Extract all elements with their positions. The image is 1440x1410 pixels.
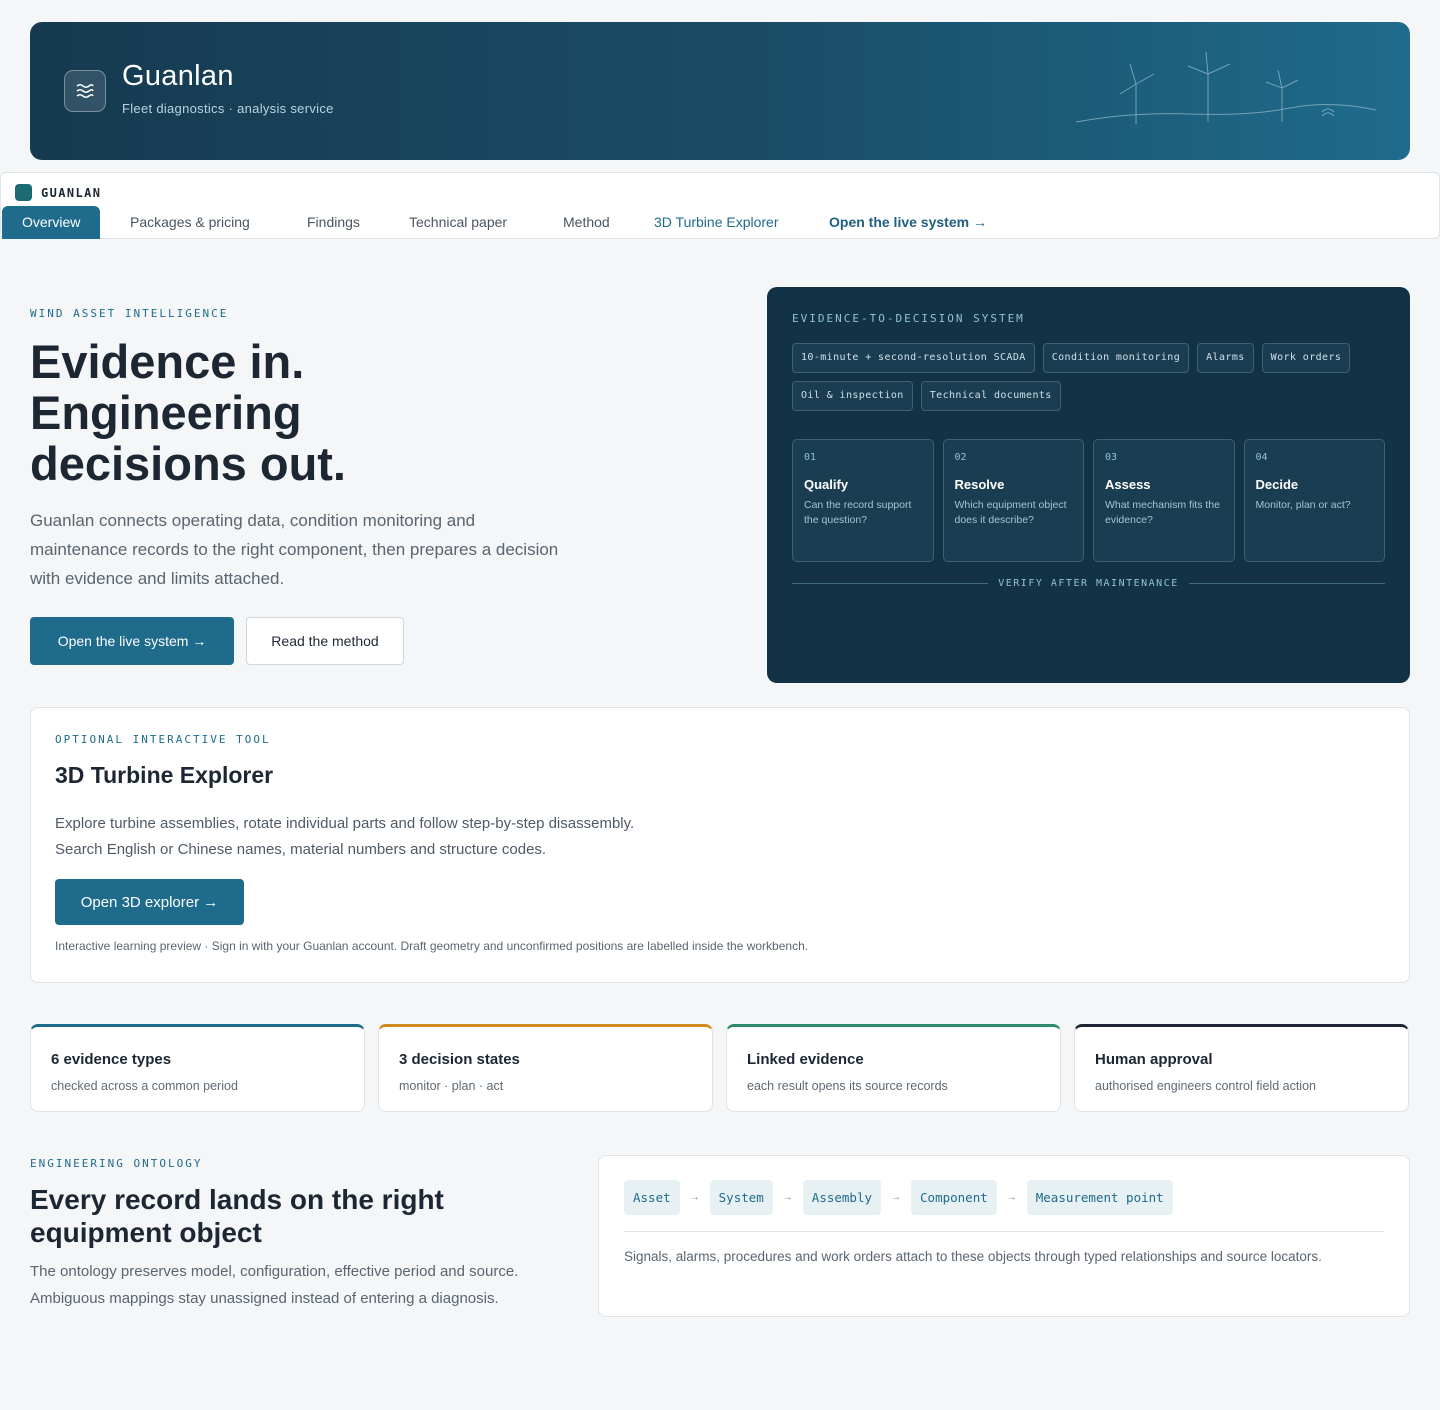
ontology-node-measurement-point: Measurement point — [1026, 1180, 1173, 1215]
panel-eyebrow: EVIDENCE-TO-DECISION SYSTEM — [792, 312, 1025, 325]
evidence-decision-panel: EVIDENCE-TO-DECISION SYSTEM 10-minute + … — [767, 287, 1410, 683]
stat-card-evidence-types: 6 evidence types checked across a common… — [30, 1024, 365, 1112]
step-description: Which equipment object does it describe? — [954, 499, 1067, 526]
read-method-button[interactable]: Read the method — [246, 617, 404, 665]
step-number: 02 — [954, 452, 967, 463]
ontology-note: Signals, alarms, procedures and work ord… — [624, 1249, 1322, 1264]
arrow-right-icon: → — [891, 1192, 902, 1203]
arrow-right-icon: → — [689, 1192, 700, 1203]
step-description: Can the record support the question? — [804, 499, 912, 526]
ontology-path: Asset → System → Assembly → Component → … — [624, 1180, 1173, 1215]
stat-title: Linked evidence — [747, 1051, 864, 1068]
verify-divider: VERIFY AFTER MAINTENANCE — [792, 578, 1385, 589]
explorer-eyebrow: OPTIONAL INTERACTIVE TOOL — [55, 733, 271, 746]
evidence-chip: Technical documents — [920, 381, 1061, 411]
step-title: Qualify — [804, 477, 849, 492]
hero-description: Guanlan connects operating data, conditi… — [30, 511, 559, 588]
stat-subtitle: checked across a common period — [51, 1079, 238, 1093]
ontology-eyebrow: ENGINEERING ONTOLOGY — [30, 1157, 203, 1170]
step-decide: 04 Decide Monitor, plan or act? — [1243, 439, 1385, 562]
top-nav: GUANLAN Overview Packages & pricing Find… — [0, 172, 1440, 239]
tab-method[interactable]: Method — [563, 206, 610, 239]
step-qualify: 01 Qualify Can the record support the qu… — [792, 439, 934, 562]
explorer-description-line: Search English or Chinese names, materia… — [55, 841, 547, 858]
stat-card-human-approval: Human approval authorised engineers cont… — [1074, 1024, 1409, 1112]
app-subtitle: Fleet diagnostics · analysis service — [122, 101, 334, 116]
waves-icon — [64, 70, 106, 112]
wind-turbines-illustration — [1075, 51, 1377, 124]
stat-title: 3 decision states — [399, 1051, 520, 1068]
ontology-node-asset: Asset — [624, 1180, 680, 1215]
ontology-node-assembly: Assembly — [802, 1180, 882, 1215]
arrow-right-icon: → — [1006, 1192, 1017, 1203]
tab-packages-pricing[interactable]: Packages & pricing — [130, 206, 250, 239]
verify-label: VERIFY AFTER MAINTENANCE — [998, 578, 1179, 589]
explorer-description-line: Explore turbine assemblies, rotate indiv… — [55, 815, 635, 832]
evidence-chip: Work orders — [1261, 343, 1351, 373]
evidence-chip: Condition monitoring — [1042, 343, 1190, 373]
explorer-description: Explore turbine assemblies, rotate indiv… — [55, 811, 634, 863]
ontology-title: Every record lands on the right equipmen… — [30, 1184, 444, 1248]
stat-subtitle: authorised engineers control field actio… — [1095, 1079, 1316, 1093]
explorer-card: OPTIONAL INTERACTIVE TOOL 3D Turbine Exp… — [30, 707, 1410, 983]
divider-line — [1188, 583, 1385, 584]
ontology-description: The ontology preserves model, configurat… — [30, 1263, 519, 1307]
step-title: Resolve — [954, 477, 1005, 492]
open-3d-explorer-button[interactable]: Open 3D explorer → — [55, 879, 244, 925]
tab-findings[interactable]: Findings — [307, 206, 360, 239]
brand-logo-icon — [15, 184, 32, 201]
evidence-chip: Alarms — [1197, 343, 1254, 373]
stat-title: Human approval — [1095, 1051, 1213, 1068]
step-title: Assess — [1105, 477, 1151, 492]
evidence-chip: 10-minute + second-resolution SCADA — [792, 343, 1035, 373]
step-description: Monitor, plan or act? — [1255, 499, 1351, 511]
app-title: Guanlan — [122, 60, 234, 92]
explorer-title: 3D Turbine Explorer — [55, 762, 274, 788]
brand-name: GUANLAN — [41, 185, 102, 200]
tab-technical-paper[interactable]: Technical paper — [409, 206, 507, 239]
stat-title: 6 evidence types — [51, 1051, 172, 1068]
step-title: Decide — [1255, 477, 1299, 492]
brand: GUANLAN — [15, 184, 101, 201]
ontology-node-system: System — [709, 1180, 773, 1215]
step-number: 03 — [1105, 452, 1118, 463]
ontology-node-component: Component — [911, 1180, 997, 1215]
hero-eyebrow: WIND ASSET INTELLIGENCE — [30, 307, 229, 320]
tab-3d-turbine-explorer[interactable]: 3D Turbine Explorer — [654, 206, 779, 239]
ontology-card: Asset → System → Assembly → Component → … — [598, 1155, 1410, 1317]
nav-open-live-system-link[interactable]: Open the live system → — [829, 206, 987, 239]
header-banner: Guanlan Fleet diagnostics · analysis ser… — [30, 22, 1410, 160]
stat-subtitle: each result opens its source records — [747, 1079, 948, 1093]
evidence-chips: 10-minute + second-resolution SCADA Cond… — [792, 343, 1392, 411]
divider-line — [792, 583, 989, 584]
step-number: 01 — [804, 452, 817, 463]
stat-card-linked-evidence: Linked evidence each result opens its so… — [726, 1024, 1061, 1112]
arrow-right-icon: → — [782, 1192, 793, 1203]
hero-title: Evidence in. Engineering decisions out. — [30, 335, 346, 490]
stat-card-decision-states: 3 decision states monitor · plan · act — [378, 1024, 713, 1112]
step-assess: 03 Assess What mechanism fits the eviden… — [1093, 439, 1235, 562]
stat-subtitle: monitor · plan · act — [399, 1079, 504, 1093]
tab-overview[interactable]: Overview — [2, 206, 101, 239]
decision-steps: 01 Qualify Can the record support the qu… — [792, 439, 1385, 562]
step-number: 04 — [1255, 452, 1268, 463]
step-description: What mechanism fits the evidence? — [1105, 499, 1220, 526]
open-live-system-button[interactable]: Open the live system → — [30, 617, 234, 665]
divider — [624, 1231, 1384, 1232]
explorer-note: Interactive learning preview · Sign in w… — [55, 939, 809, 953]
step-resolve: 02 Resolve Which equipment object does i… — [942, 439, 1084, 562]
evidence-chip: Oil & inspection — [792, 381, 913, 411]
